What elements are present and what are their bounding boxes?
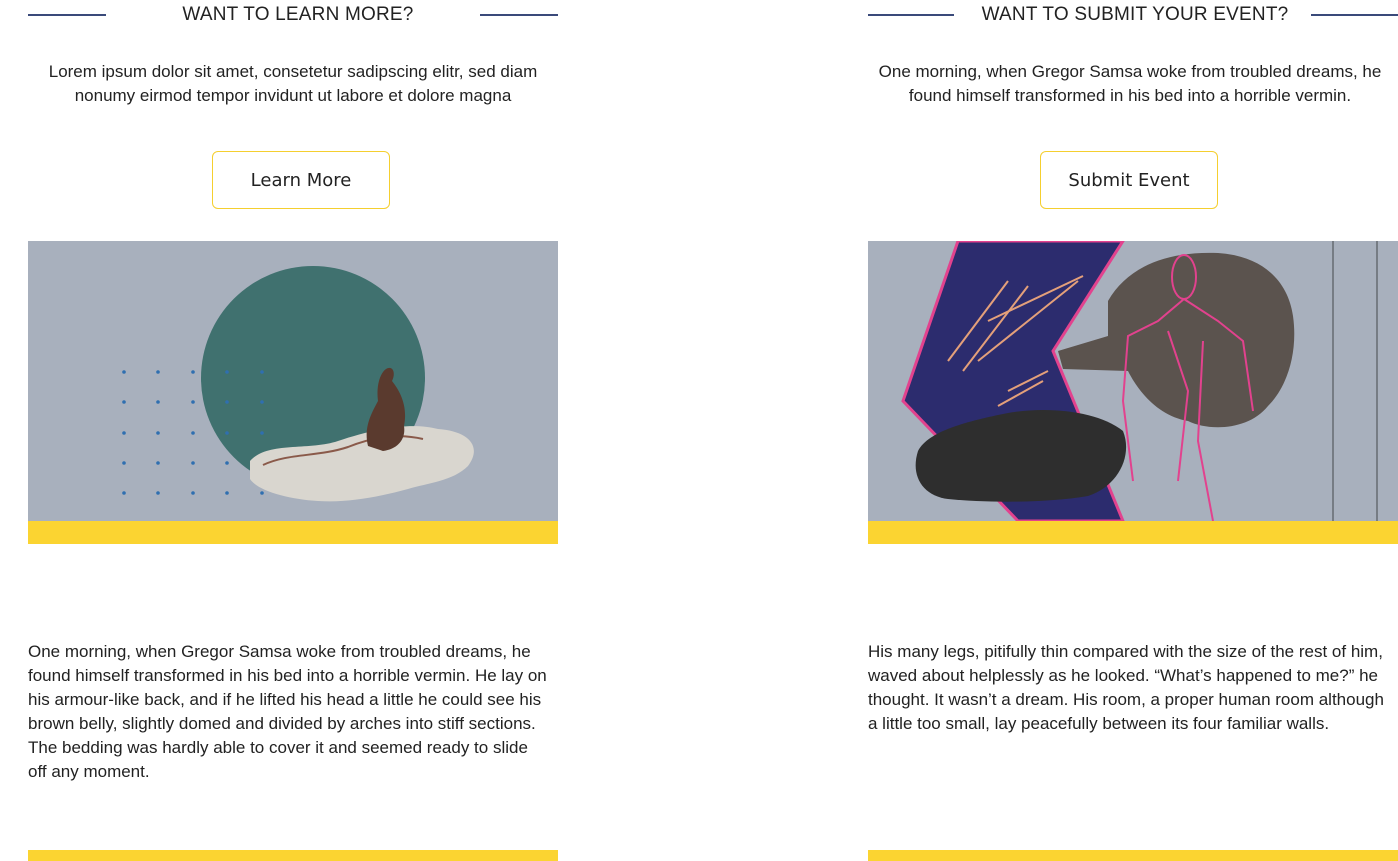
learn-more-image-accent-bar	[28, 521, 558, 544]
learn-more-bottom-bar	[28, 850, 558, 861]
learn-more-image	[28, 241, 558, 521]
rock-collage-art	[901, 241, 1378, 521]
learn-more-heading: WANT TO LEARN MORE?	[182, 4, 414, 25]
submit-event-body: His many legs, pitifully thin compared w…	[868, 642, 1384, 733]
heading-rule-left	[28, 14, 106, 16]
submit-event-image-accent-bar	[868, 521, 1398, 544]
learn-more-intro: Lorem ipsum dolor sit amet, consetetur s…	[48, 62, 538, 105]
learn-more-button[interactable]: Learn More	[212, 151, 390, 209]
submit-event-image	[868, 241, 1398, 521]
submit-event-bottom-bar	[868, 850, 1398, 861]
learn-more-body: One morning, when Gregor Samsa woke from…	[28, 642, 547, 781]
heading-rule-left	[868, 14, 954, 16]
heading-rule-right	[480, 14, 558, 16]
submit-event-heading: WANT TO SUBMIT YOUR EVENT?	[981, 4, 1289, 25]
heading-rule-right	[1311, 14, 1398, 16]
submit-event-intro: One morning, when Gregor Samsa woke from…	[878, 62, 1382, 105]
submit-event-button[interactable]: Submit Event	[1040, 151, 1218, 209]
sculpture-collage-art	[122, 266, 474, 502]
